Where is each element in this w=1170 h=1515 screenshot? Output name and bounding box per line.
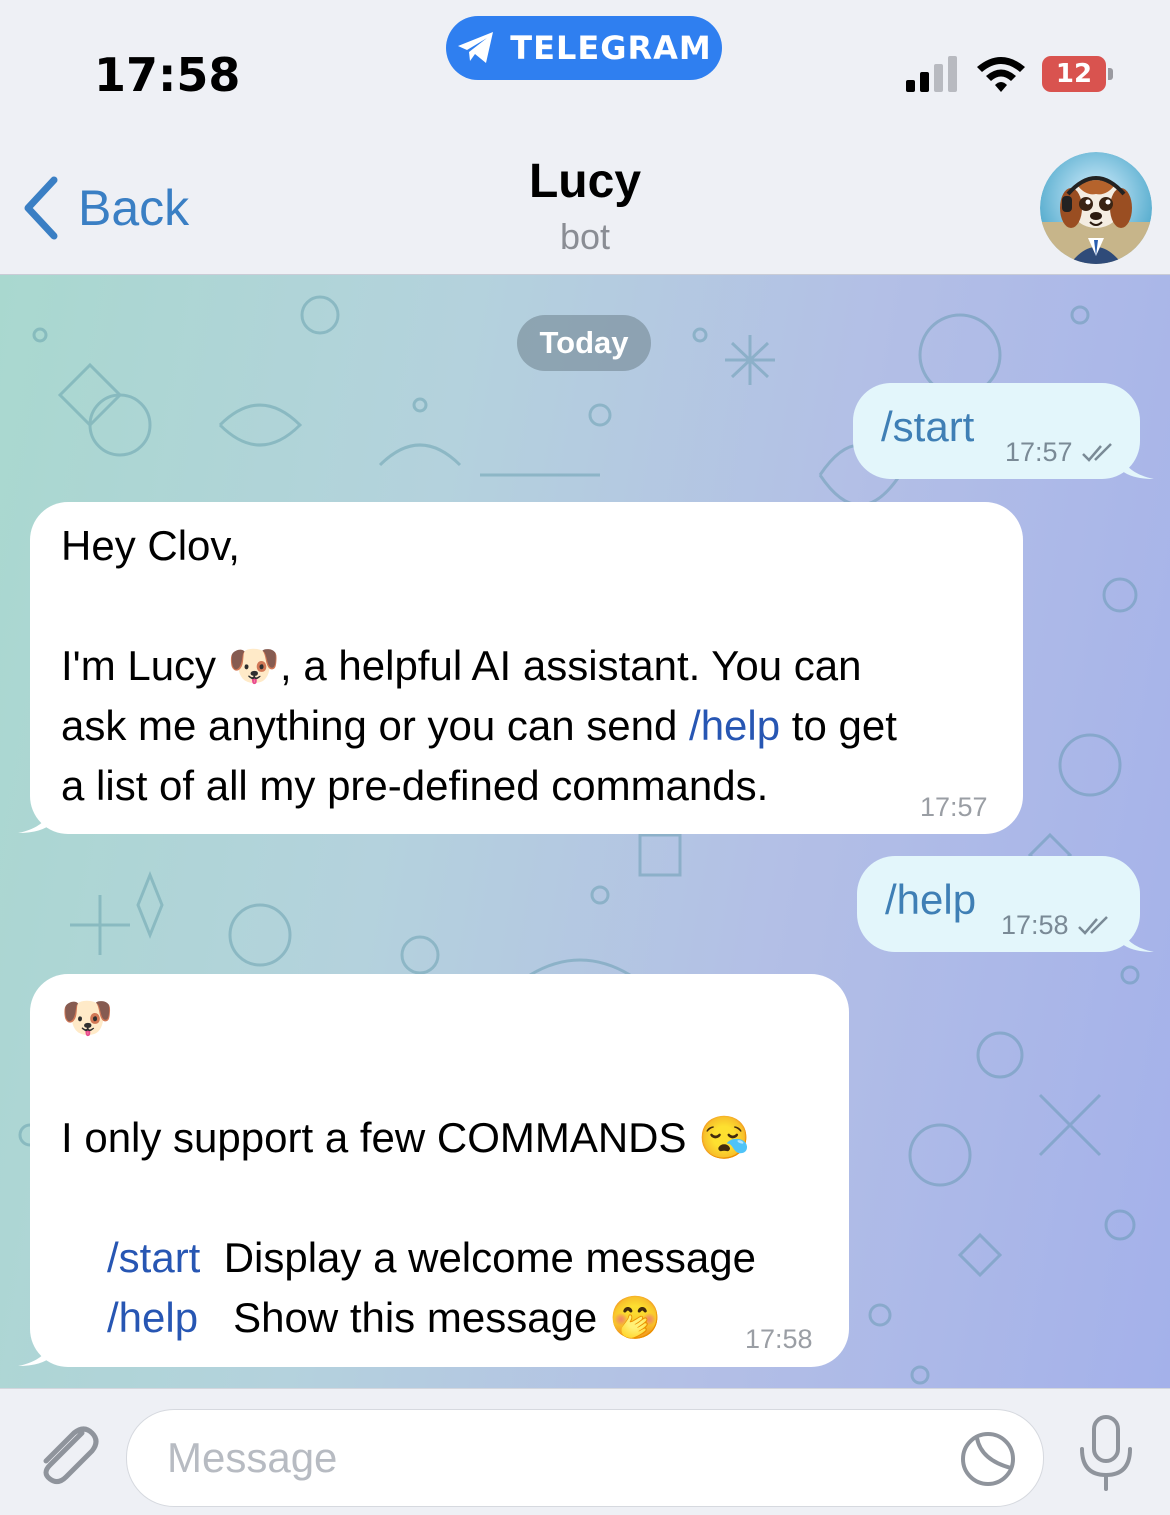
message-line: I'm Lucy 🐶, a helpful AI assistant. You …	[61, 642, 862, 689]
sleepy-emoji: 😪	[698, 1114, 751, 1161]
message-line: I only support a few COMMANDS 😪	[61, 1114, 751, 1161]
command-description: Show this message	[233, 1294, 609, 1341]
message-line: ask me anything or you can send /help to…	[61, 702, 897, 749]
bubble-tail	[1120, 451, 1154, 479]
message-bubble-outgoing[interactable]: /help 17:58	[857, 856, 1140, 952]
command-row: /help Show this message 🤭	[107, 1288, 661, 1348]
chat-title[interactable]: Lucy	[0, 154, 1170, 209]
date-separator: Today	[517, 315, 651, 371]
message-time: 17:58	[1001, 910, 1069, 940]
bubble-tail	[18, 1338, 52, 1366]
paperclip-icon[interactable]	[30, 1419, 102, 1487]
help-command-link[interactable]: /help	[689, 702, 780, 749]
telegram-pill-label: TELEGRAM	[510, 29, 712, 67]
status-time: 17:58	[94, 48, 241, 102]
dog-emoji: 🐶	[61, 994, 114, 1041]
composer-bar: Message	[0, 1388, 1170, 1515]
avatar[interactable]	[1040, 152, 1152, 264]
bubble-tail	[1120, 924, 1154, 952]
message-meta: 17:58	[1001, 910, 1111, 941]
double-check-icon	[1077, 915, 1108, 935]
command-row: /start Display a welcome message	[107, 1228, 756, 1288]
message-text: /start	[881, 403, 975, 450]
message-bubble-incoming[interactable]: 🐶 I only support a few COMMANDS 😪 /start…	[30, 974, 849, 1367]
message-meta: 17:57	[1005, 437, 1115, 468]
message-text: /help	[885, 876, 977, 923]
status-bar: 17:58 TELEGRAM 12	[0, 0, 1170, 130]
signal-icon	[906, 56, 957, 92]
message-placeholder: Message	[167, 1434, 338, 1481]
double-check-icon	[1081, 442, 1112, 462]
telegram-pill[interactable]: TELEGRAM	[446, 16, 722, 80]
message-time: 17:57	[920, 792, 988, 822]
chat-header: Back Lucy bot	[0, 130, 1170, 275]
hand-over-mouth-emoji: 🤭	[608, 1294, 662, 1341]
sticker-icon[interactable]	[959, 1430, 1017, 1488]
message-bubble-outgoing[interactable]: /start 17:57	[853, 383, 1140, 479]
battery-level: 12	[1042, 56, 1106, 92]
start-command-link[interactable]: /start	[107, 1234, 200, 1281]
chat-area[interactable]: Today /start 17:57 Hey Clov, I'm Lucy 🐶,…	[0, 275, 1170, 1388]
battery-icon: 12	[1042, 56, 1116, 92]
command-description: Display a welcome message	[223, 1234, 756, 1281]
message-greeting: Hey Clov,	[61, 522, 240, 569]
message-time: 17:58	[745, 1324, 813, 1354]
help-command-link[interactable]: /help	[107, 1294, 198, 1341]
telegram-icon	[458, 32, 494, 63]
dog-emoji: 🐶	[227, 642, 281, 689]
message-bubble-incoming[interactable]: Hey Clov, I'm Lucy 🐶, a helpful AI assis…	[30, 502, 1023, 834]
message-line: a list of all my pre-defined commands.	[61, 762, 769, 809]
wifi-icon	[977, 57, 1025, 92]
message-input[interactable]: Message	[126, 1409, 1044, 1507]
bubble-tail	[18, 805, 52, 833]
chat-subtitle: bot	[559, 216, 611, 257]
mic-icon[interactable]	[1074, 1413, 1138, 1493]
message-time: 17:57	[1005, 437, 1073, 467]
